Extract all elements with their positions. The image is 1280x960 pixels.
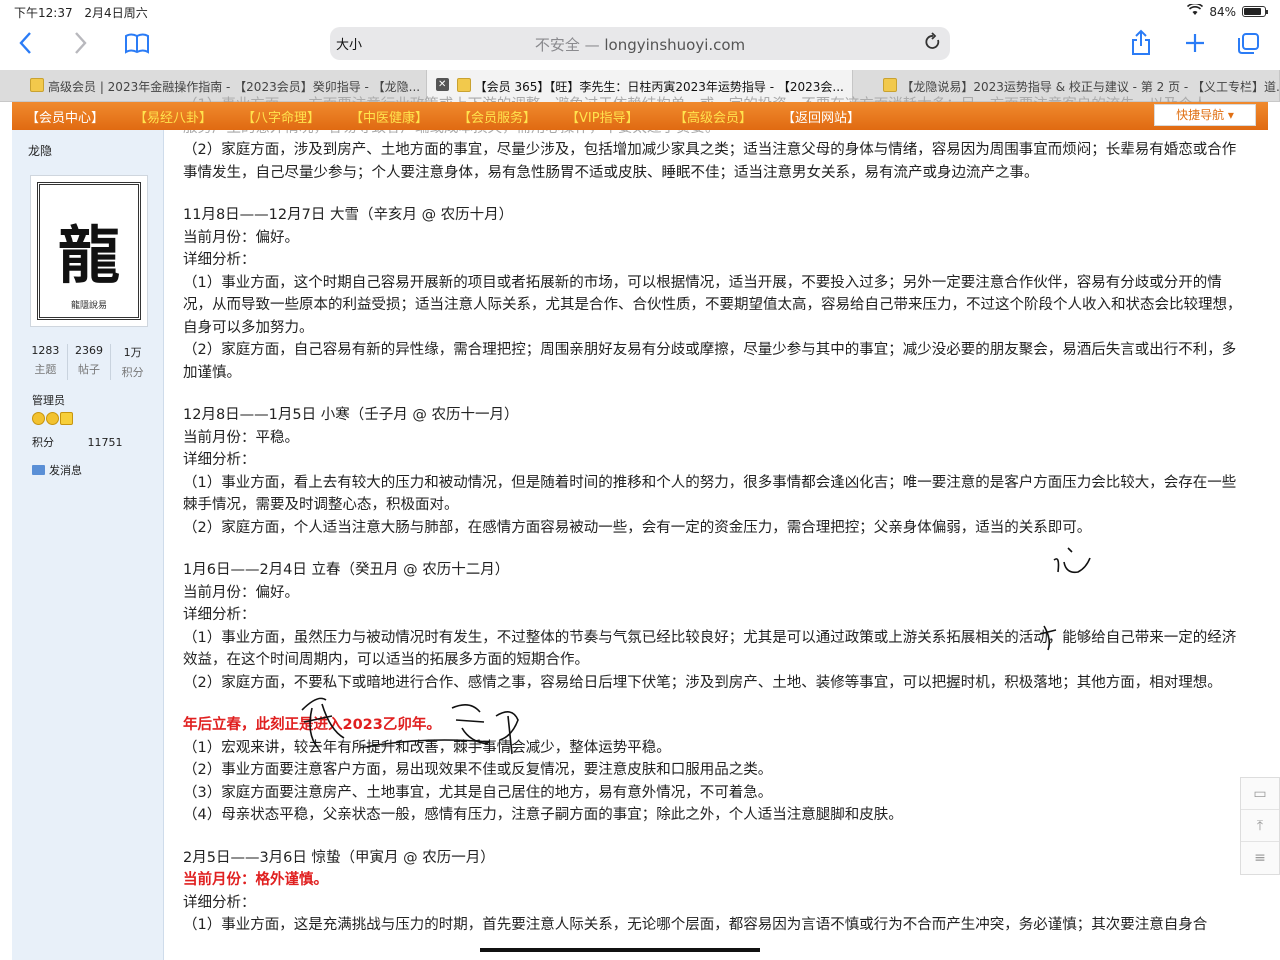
bookmarks-icon[interactable] [124, 28, 150, 65]
content-text: （3）家庭方面要注意房产、土地事宜，尤其是自己居住的地方，易有意外情况，不可着急… [183, 784, 773, 801]
stat-label: 帖子 [78, 363, 100, 376]
content-text: （2）家庭方面，涉及到房产、土地方面的事宜，尽量少涉及，包括增加减少家具之类；适… [183, 142, 1237, 181]
avatar[interactable]: 龍 龍隱說易 [30, 175, 148, 327]
close-tab-icon[interactable]: ✕ [435, 78, 449, 91]
nav-tcm[interactable]: 【中医健康】 [350, 107, 428, 126]
content-text: （1）事业方面，看上去有较大的压力和被动情况，但是随着时间的推移和个人的努力，很… [183, 474, 1237, 514]
month-status: 当前月份：偏好。 [183, 229, 299, 246]
stat-label: 主题 [34, 363, 57, 376]
url-display[interactable]: 不安全 — longyinshuoyi.com [330, 34, 950, 55]
reload-icon[interactable] [924, 32, 942, 57]
section-title: 12月8日——1月5日 小寒（壬子月 @ 农历十一月） [183, 407, 519, 423]
forward-icon[interactable] [70, 28, 90, 65]
author-name[interactable]: 龙隐 [28, 142, 52, 159]
nav-member-center[interactable]: 【会员中心】 [26, 107, 104, 126]
content-text: （4）母亲状态平稳，父亲状态一般，感情有压力，注意子嗣方面的事宜；除此之外，个人… [183, 807, 903, 823]
seal-logo: 龍 [57, 219, 120, 292]
stat-points[interactable]: 1万 积分 [111, 344, 154, 380]
analysis-label: 详细分析： [183, 607, 256, 623]
month-status: 当前月份：偏好。 [183, 584, 299, 601]
content-text: （1）宏观来讲，较去年有所提升和改善，棘手事情会减少，整体运势平稳。 [183, 739, 671, 756]
content-text: （1）事业方面，这是充满挑战与压力的时期，首先要注意人际关系，无论哪个层面，都容… [183, 917, 1208, 933]
floating-tools: ▭ ⤒ ≡ [1240, 777, 1280, 875]
battery-percent: 84% [1209, 4, 1236, 19]
favicon-icon [30, 78, 44, 92]
content-text: （2）事业方面要注意客户方面，易出现效果不佳或反复情况，要注意皮肤和口服用品之类… [183, 762, 773, 778]
url-text: longyinshuoyi.com [604, 36, 746, 54]
wifi-icon [1187, 2, 1204, 19]
status-date: 2月4日周六 [84, 6, 148, 20]
tab-title: 高级会员 | 2023年金融操作指南 - 【2023会员】癸卯指导 - 【龙隐.… [48, 80, 421, 94]
quick-nav-label: 快捷导航 [1176, 108, 1225, 122]
tab-title: 【会员 365】【旺】李先生：日柱丙寅2023年运势指导 - 【2023会... [474, 80, 844, 94]
analysis-label: 详细分析： [183, 894, 256, 911]
stat-value: 2369 [75, 344, 103, 357]
month-status: 当前月份：平稳。 [183, 429, 299, 446]
envelope-icon [32, 465, 45, 475]
author-role[interactable]: 管理员 [32, 392, 65, 408]
rank-badges [32, 412, 73, 425]
author-score: 积分 11751 [32, 434, 123, 450]
analysis-label: 详细分析： [183, 452, 256, 468]
nav-member-service[interactable]: 【会员服务】 [458, 107, 536, 126]
stat-posts[interactable]: 2369 帖子 [68, 344, 112, 380]
sun-badge-icon [46, 412, 59, 425]
section-title: 11月8日——12月7日 大雪（辛亥月 @ 农历十月） [183, 207, 514, 223]
stat-label: 积分 [121, 366, 144, 379]
nav-vip[interactable]: 【VIP指导】 [566, 107, 639, 126]
share-icon[interactable] [1130, 28, 1152, 65]
caret-down-icon: ▾ [1227, 108, 1234, 122]
analysis-label: 详细分析： [183, 252, 256, 268]
post-content: （1）事业方面，一方面要注意行业政策或上下游的调整，避免过于依赖结构单一或一定的… [183, 94, 1243, 937]
nav-yijing[interactable]: 【易经八卦】 [134, 107, 212, 126]
nav-back-site[interactable]: 【返回网站】 [782, 107, 860, 126]
content-text: （2）家庭方面，自己容易有新的异性缘，需合理把控；周围亲朋好友易有分歧或摩擦，尽… [183, 342, 1237, 381]
tab-overview-icon[interactable] [1236, 28, 1260, 65]
stat-value: 1万 [123, 346, 142, 359]
nav-premium[interactable]: 【高级会员】 [674, 107, 752, 126]
stat-value: 1283 [31, 344, 60, 357]
back-icon[interactable] [16, 28, 36, 65]
list-icon[interactable]: ≡ [1241, 842, 1279, 874]
content-text: （2）家庭方面，个人适当注意大肠与肺部，在感情方面容易被动一些，会有一定的资金压… [183, 519, 1092, 536]
sun-badge-icon [32, 412, 45, 425]
send-message-link[interactable]: 发消息 [32, 462, 82, 478]
favicon-icon [883, 78, 898, 92]
address-bar[interactable]: 大小 不安全 — longyinshuoyi.com [330, 27, 950, 60]
author-stats: 1283 主题 2369 帖子 1万 积分 [24, 344, 154, 380]
status-time: 下午12:37 [14, 6, 73, 20]
back-to-top-icon[interactable]: ⤒ [1241, 810, 1279, 842]
section-title: 1月6日——2月4日 立春（癸丑月 @ 农历十二月） [183, 562, 510, 578]
avatar-caption: 龍隱說易 [70, 301, 107, 311]
comment-icon[interactable]: ▭ [1241, 778, 1279, 810]
insecure-label: 不安全 — [534, 36, 600, 54]
battery-icon [1242, 6, 1268, 17]
content-text: （1）事业方面，虽然压力与被动情况时有发生，不过整体的节奏与气氛已经比较良好；尤… [183, 629, 1237, 669]
content-text: （2）家庭方面，不要私下或暗地进行合作、感情之事，容易给日后埋下伏笔；涉及到房产… [183, 674, 1222, 691]
browser-toolbar: 大小 不安全 — longyinshuoyi.com [0, 22, 1280, 68]
send-message-label: 发消息 [49, 464, 82, 477]
content-text: （1）事业方面，这个时期自己容易开展新的项目或者拓展新的市场，可以根据情况，适当… [183, 274, 1242, 336]
status-bar: 下午12:37 2月4日周六 84% [0, 0, 1280, 22]
author-sidebar: 龙隐 龍 龍隱說易 1283 主题 2369 帖子 1万 积分 管理员 积分 1… [12, 130, 164, 960]
section-title: 2月5日——3月6日 惊蛰（甲寅月 @ 农历一月） [183, 849, 495, 866]
stat-topics[interactable]: 1283 主题 [24, 344, 68, 380]
month-status-warning: 当前月份：格外谨慎。 [183, 872, 328, 888]
score-value: 11751 [87, 436, 123, 449]
new-tab-icon[interactable] [1184, 28, 1206, 65]
nav-bazi[interactable]: 【八字命理】 [242, 107, 320, 126]
favicon-icon [456, 78, 471, 92]
quick-nav-button[interactable]: 快捷导航 ▾ [1154, 104, 1256, 126]
site-nav: 【会员中心】 【易经八卦】 【八字命理】 【中医健康】 【会员服务】 【VIP指… [12, 102, 1268, 130]
star-badge-icon [60, 412, 73, 425]
tab-title: 【龙隐说易】2023运势指导 & 校正与建议 - 第 2 页 - 【义工专栏】道… [901, 80, 1280, 94]
score-label: 积分 [32, 436, 54, 449]
red-notice: 年后立春，此刻正是进入2023乙卯年。 [183, 717, 441, 733]
